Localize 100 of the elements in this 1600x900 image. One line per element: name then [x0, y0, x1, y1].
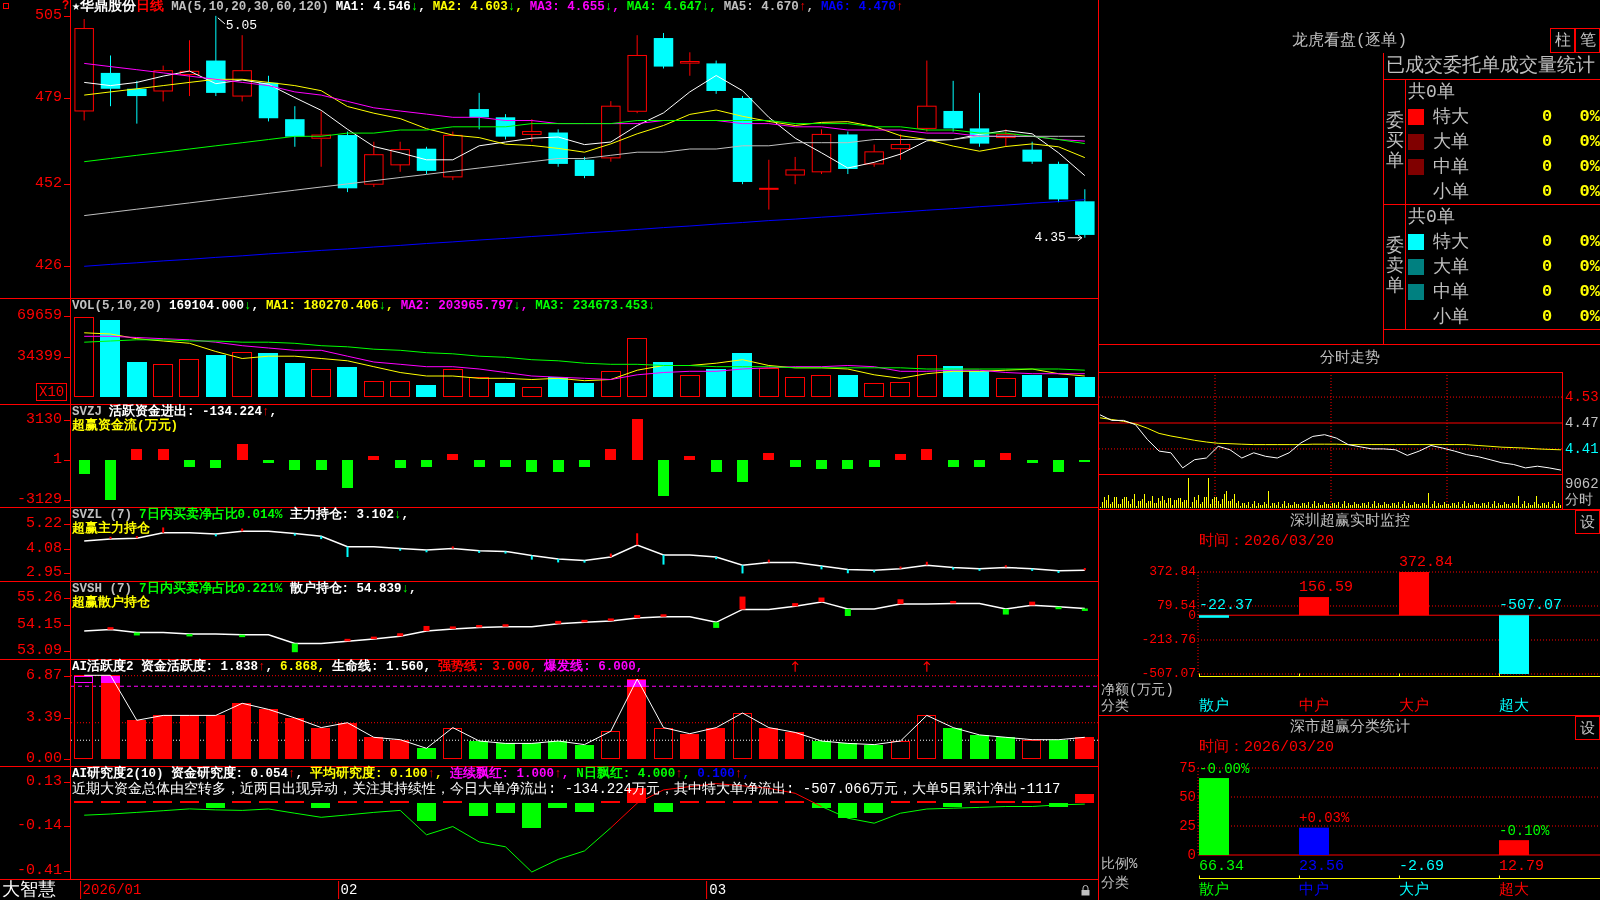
axis-label: 0 [1187, 846, 1196, 863]
order-share: 0% [1579, 305, 1600, 328]
category-label: 中户 [1299, 881, 1329, 899]
indicator-value: 超赢主力持仓 [72, 522, 150, 536]
axis-label: 426 [35, 258, 62, 275]
candle [969, 92, 990, 148]
indicator-value: N日飘红: 4.000↑, [576, 767, 691, 781]
indicator-value: MA1: 180270.406↓, [266, 299, 394, 313]
axis-label: 452 [35, 175, 62, 192]
candle [943, 80, 963, 133]
change-label: -0.10% [1499, 822, 1550, 839]
panel-title: 深圳超赢实时监控 [1289, 512, 1410, 532]
axis-label: -213.76 [1141, 632, 1196, 648]
indicator-value: MA2: 203965.797↓, [400, 299, 529, 313]
indicator-value: 169104.000↓, [169, 299, 260, 313]
value-label: 23.56 [1299, 857, 1344, 875]
indicator-value: 平均研究度: 0.100↑, [310, 767, 443, 781]
axis-label: -3129 [17, 492, 62, 508]
axis-label: -0.14 [17, 818, 62, 835]
value-label: 156.59 [1299, 579, 1353, 597]
candle [285, 105, 305, 148]
value-label: -507.07 [1499, 597, 1562, 615]
indicator-value: 散户持仓: 54.839↓, [289, 582, 417, 596]
value-label: 372.84 [1399, 553, 1453, 571]
timestamp: 时间：2026/03/20 [1199, 740, 1334, 756]
view-mode-button[interactable]: 柱 [1550, 28, 1575, 53]
candle [680, 51, 700, 77]
candle [100, 55, 121, 107]
candle [469, 92, 489, 130]
axis-label: 53.09 [17, 642, 62, 659]
indicator-value: SVZJ [72, 405, 102, 419]
order-size-label: 小单 [1433, 180, 1469, 203]
candle [1048, 161, 1069, 203]
value-label: 12.79 [1499, 857, 1544, 875]
axis-label: 4.41 [1565, 440, 1599, 457]
order-count: 0 [1542, 230, 1553, 253]
candle [127, 80, 147, 125]
value-label: -22.37 [1199, 597, 1253, 615]
lock-icon[interactable] [1081, 885, 1090, 896]
candle [416, 146, 437, 175]
indicator-value: AI研究度2(10) [72, 767, 164, 781]
candle [759, 159, 779, 211]
axis-label: 25 [1179, 817, 1196, 834]
axis-label: 54.15 [17, 617, 62, 634]
order-total: 共0单 [1408, 81, 1455, 103]
axis-label: 5.22 [26, 516, 62, 533]
settings-button[interactable]: 设 [1575, 716, 1600, 740]
order-size-label: 特大 [1433, 105, 1469, 128]
candle [811, 128, 832, 175]
value-label: 66.34 [1199, 857, 1244, 875]
indicator-value: 生命线: 1.560, [332, 660, 432, 674]
axis-title: 分时 [1565, 492, 1593, 508]
order-count: 0 [1542, 105, 1553, 128]
square-icon [3, 3, 9, 9]
candle [390, 141, 410, 173]
price-annotation: 4.35 [1034, 230, 1066, 246]
order-share: 0% [1579, 280, 1600, 303]
indicator-value: 超赢资金流(万元) [72, 419, 178, 433]
axis-label: -0.41 [17, 863, 62, 880]
axis-label: 1 [53, 452, 62, 469]
help-mark[interactable]: ? [62, 0, 70, 12]
order-count: 0 [1542, 155, 1553, 178]
candle [1075, 188, 1095, 239]
indicator-value: 资金活跃度: 1.838↑, [140, 660, 274, 674]
date-label: 03 [706, 881, 727, 899]
value-label: -2.69 [1399, 857, 1444, 875]
star-icon: ★ [72, 0, 81, 14]
order-count: 0 [1542, 255, 1553, 278]
order-size-label: 中单 [1433, 155, 1469, 178]
order-share: 0% [1579, 255, 1600, 278]
candle [706, 60, 726, 95]
volume-max-label: 9062 [1565, 476, 1599, 492]
settings-button[interactable]: 设 [1575, 510, 1600, 534]
panel-title: 龙虎看盘(逐单) [1291, 31, 1408, 51]
candle [574, 156, 595, 179]
category-label: 散户 [1199, 697, 1229, 715]
side-label: 委卖单 [1385, 237, 1404, 297]
axis-title: 分类 [1101, 697, 1129, 714]
change-label: -0.00% [1199, 760, 1250, 777]
axis-label: 55.26 [17, 590, 62, 607]
axis-label: 0.00 [26, 751, 62, 768]
order-size-label: 大单 [1433, 255, 1469, 278]
indicator-value: MA2: 4.603↓, [432, 0, 523, 14]
order-count: 0 [1542, 130, 1553, 153]
category-label: 超大 [1499, 697, 1529, 715]
axis-label: 479 [35, 90, 62, 107]
axis-label: 69659 [17, 307, 62, 324]
brand-name: 大智慧 [2, 880, 56, 900]
candle [337, 131, 358, 193]
axis-label: 75 [1179, 759, 1196, 776]
candle [996, 128, 1016, 148]
view-mode-button[interactable]: 笔 [1575, 28, 1600, 53]
category-label: 中户 [1299, 697, 1329, 715]
indicator-value: VOL(5,10,20) [72, 299, 162, 313]
candle [838, 131, 858, 175]
indicator-value: 超赢散户持仓 [72, 596, 150, 610]
axis-title: 比例% [1101, 855, 1138, 872]
indicator-value: AI活跃度2 [72, 660, 134, 674]
axis-label: 4.47 [1565, 415, 1599, 431]
category-label: 超大 [1499, 881, 1529, 899]
